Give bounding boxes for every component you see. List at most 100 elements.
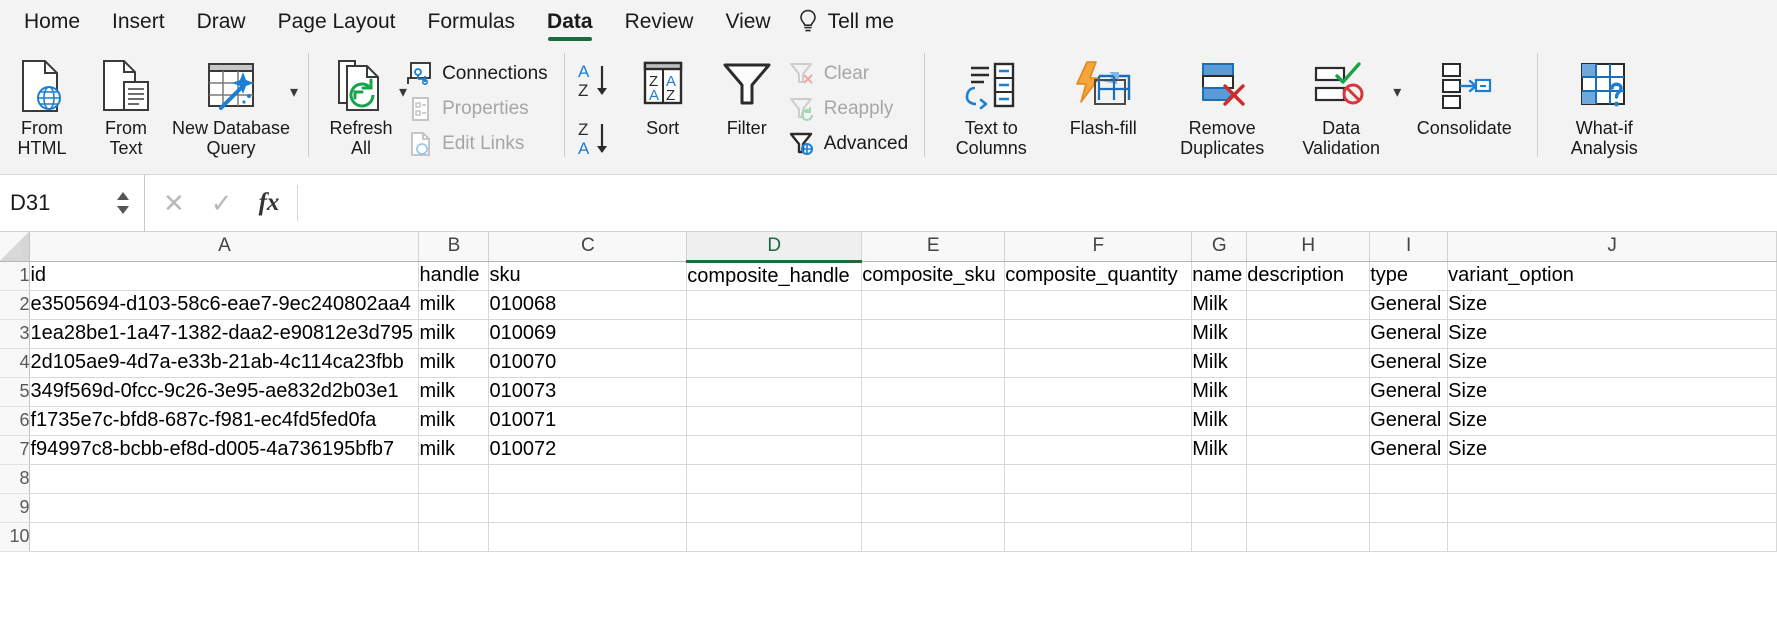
cell-H7[interactable] xyxy=(1246,435,1371,465)
cell-I4[interactable]: General xyxy=(1369,348,1449,378)
cell-H2[interactable] xyxy=(1246,290,1371,320)
cell-C2[interactable]: 010068 xyxy=(488,290,688,320)
cell-G7[interactable]: Milk xyxy=(1191,435,1248,465)
cell-B2[interactable]: milk xyxy=(418,290,490,320)
cell-C6[interactable]: 010071 xyxy=(488,406,688,436)
tab-home[interactable]: Home xyxy=(8,0,96,43)
cell-D2[interactable] xyxy=(686,290,863,320)
cell-F4[interactable] xyxy=(1004,348,1193,378)
cell-E3[interactable] xyxy=(861,319,1006,349)
cell-J7[interactable]: Size xyxy=(1447,435,1777,465)
flash-fill-button[interactable]: Flash-fill xyxy=(1047,47,1159,138)
cell-E9[interactable] xyxy=(861,493,1006,523)
cell-H6[interactable] xyxy=(1246,406,1371,436)
cell-A1[interactable]: id xyxy=(29,261,420,291)
cell-C1[interactable]: sku xyxy=(488,261,688,291)
cell-J8[interactable] xyxy=(1447,464,1777,494)
cell-F9[interactable] xyxy=(1004,493,1193,523)
cell-I2[interactable]: General xyxy=(1369,290,1449,320)
column-header-c[interactable]: C xyxy=(488,232,688,262)
cell-D4[interactable] xyxy=(686,348,863,378)
cell-E5[interactable] xyxy=(861,377,1006,407)
text-to-columns-button[interactable]: Text to Columns xyxy=(935,47,1047,158)
cell-H1[interactable]: description xyxy=(1246,261,1371,291)
cell-B3[interactable]: milk xyxy=(418,319,490,349)
tab-data[interactable]: Data xyxy=(531,0,609,43)
column-header-a[interactable]: A xyxy=(29,232,420,262)
cell-G10[interactable] xyxy=(1191,522,1248,552)
confirm-check-icon[interactable]: ✓ xyxy=(211,188,233,219)
name-box[interactable]: D31 xyxy=(0,174,145,232)
consolidate-button[interactable]: Consolidate xyxy=(1401,47,1527,138)
cell-F10[interactable] xyxy=(1004,522,1193,552)
row-header-5[interactable]: 5 xyxy=(0,377,31,407)
cell-B5[interactable]: milk xyxy=(418,377,490,407)
cell-D8[interactable] xyxy=(686,464,863,494)
cell-I5[interactable]: General xyxy=(1369,377,1449,407)
row-header-7[interactable]: 7 xyxy=(0,435,31,465)
clear-filter-button[interactable]: Clear xyxy=(789,59,915,89)
row-header-10[interactable]: 10 xyxy=(0,522,31,552)
tab-insert[interactable]: Insert xyxy=(96,0,181,43)
cell-G6[interactable]: Milk xyxy=(1191,406,1248,436)
new-database-query-button[interactable]: New Database Query xyxy=(168,47,294,158)
cell-B7[interactable]: milk xyxy=(418,435,490,465)
cell-B6[interactable]: milk xyxy=(418,406,490,436)
cell-B1[interactable]: handle xyxy=(418,261,490,291)
cell-C10[interactable] xyxy=(488,522,688,552)
cell-H5[interactable] xyxy=(1246,377,1371,407)
remove-duplicates-button[interactable]: Remove Duplicates xyxy=(1159,47,1285,158)
cell-A9[interactable] xyxy=(29,493,420,523)
cell-F7[interactable] xyxy=(1004,435,1193,465)
cancel-x-icon[interactable]: ✕ xyxy=(163,188,185,219)
column-header-b[interactable]: B xyxy=(418,232,490,262)
row-header-3[interactable]: 3 xyxy=(0,319,31,349)
row-header-2[interactable]: 2 xyxy=(0,290,31,320)
tab-draw[interactable]: Draw xyxy=(181,0,262,43)
column-header-j[interactable]: J xyxy=(1447,232,1777,262)
cell-D5[interactable] xyxy=(686,377,863,407)
cell-D9[interactable] xyxy=(686,493,863,523)
reapply-filter-button[interactable]: Reapply xyxy=(789,94,915,124)
column-header-g[interactable]: G xyxy=(1191,232,1248,262)
cell-E8[interactable] xyxy=(861,464,1006,494)
tab-review[interactable]: Review xyxy=(609,0,710,43)
new-database-query-chevron-down-icon[interactable]: ▾ xyxy=(290,85,298,101)
cell-E2[interactable] xyxy=(861,290,1006,320)
cell-E4[interactable] xyxy=(861,348,1006,378)
cell-C5[interactable]: 010073 xyxy=(488,377,688,407)
data-validation-chevron-down-icon[interactable]: ▾ xyxy=(1393,85,1401,101)
cell-D3[interactable] xyxy=(686,319,863,349)
cell-C9[interactable] xyxy=(488,493,688,523)
cell-B10[interactable] xyxy=(418,522,490,552)
sort-button[interactable]: Z A A Z Sort xyxy=(621,47,705,138)
cell-C7[interactable]: 010072 xyxy=(488,435,688,465)
row-header-6[interactable]: 6 xyxy=(0,406,31,436)
cell-A5[interactable]: 349f569d-0fcc-9c26-3e95-ae832d2b03e1 xyxy=(29,377,420,407)
cell-E6[interactable] xyxy=(861,406,1006,436)
column-header-h[interactable]: H xyxy=(1246,232,1371,262)
cell-H10[interactable] xyxy=(1246,522,1371,552)
cell-F6[interactable] xyxy=(1004,406,1193,436)
cell-I9[interactable] xyxy=(1369,493,1449,523)
cell-G8[interactable] xyxy=(1191,464,1248,494)
column-header-e[interactable]: E xyxy=(861,232,1006,262)
cell-J9[interactable] xyxy=(1447,493,1777,523)
from-html-button[interactable]: From HTML xyxy=(0,47,84,158)
cell-E7[interactable] xyxy=(861,435,1006,465)
tab-page-layout[interactable]: Page Layout xyxy=(262,0,412,43)
cell-J5[interactable]: Size xyxy=(1447,377,1777,407)
column-header-d[interactable]: D xyxy=(686,232,863,263)
formula-input[interactable] xyxy=(298,174,1777,232)
row-header-9[interactable]: 9 xyxy=(0,493,31,523)
cell-J1[interactable]: variant_option xyxy=(1447,261,1777,291)
cell-H4[interactable] xyxy=(1246,348,1371,378)
cell-F2[interactable] xyxy=(1004,290,1193,320)
cell-D6[interactable] xyxy=(686,406,863,436)
cell-C8[interactable] xyxy=(488,464,688,494)
cell-E10[interactable] xyxy=(861,522,1006,552)
cell-I3[interactable]: General xyxy=(1369,319,1449,349)
cell-H3[interactable] xyxy=(1246,319,1371,349)
cell-I1[interactable]: type xyxy=(1369,261,1449,291)
cell-A6[interactable]: f1735e7c-bfd8-687c-f981-ec4fd5fed0fa xyxy=(29,406,420,436)
